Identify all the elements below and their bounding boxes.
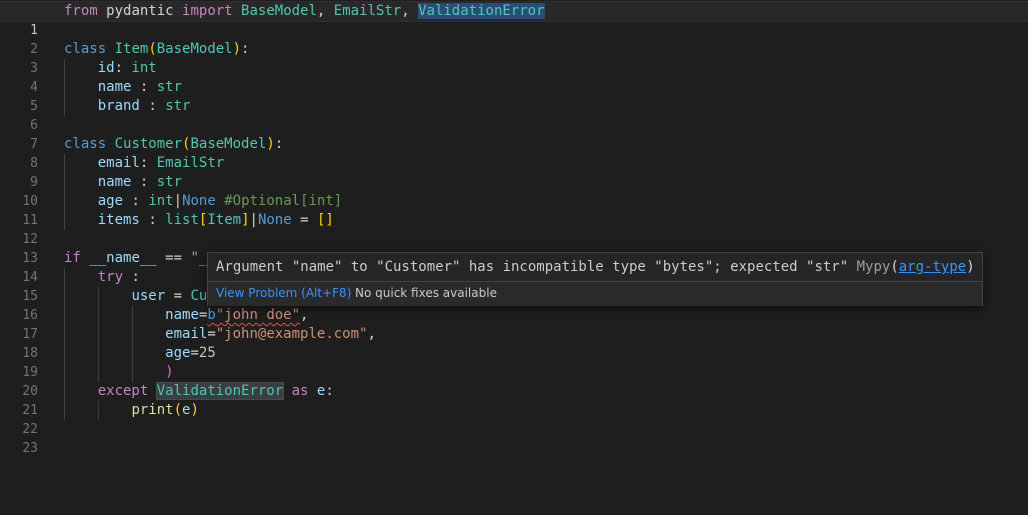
code-text[interactable]: except ValidationError as e:: [64, 382, 334, 401]
code-line-1[interactable]: 1 from pydantic import BaseModel, EmailS…: [0, 1, 1028, 38]
code-text[interactable]: try :: [64, 268, 140, 287]
code-line-8[interactable]: 8 class Customer(BaseModel):: [0, 135, 1028, 171]
no-quick-fixes-label: No quick fixes available: [355, 286, 497, 300]
error-squiggle[interactable]: b"john doe": [207, 307, 300, 323]
hover-message: Argument "name" to "Customer" has incomp…: [216, 259, 849, 275]
code-line-7[interactable]: 7: [0, 116, 1028, 152]
code-line-2[interactable]: 2: [0, 21, 1028, 57]
code-text[interactable]: email: EmailStr: [64, 154, 224, 173]
code-text[interactable]: user = Cu: [64, 287, 207, 306]
hover-message-row: Argument "name" to "Customer" has incomp…: [216, 259, 975, 275]
code-line-3[interactable]: 3 class Item(BaseModel):: [0, 40, 1028, 76]
code-text[interactable]: id: int: [64, 59, 157, 78]
code-text[interactable]: if __name__ == "_: [64, 249, 207, 268]
code-text[interactable]: ): [64, 363, 173, 382]
code-text[interactable]: from pydantic import BaseModel, EmailStr…: [64, 2, 545, 21]
code-text[interactable]: name : str: [64, 78, 182, 97]
code-text[interactable]: brand : str: [64, 97, 191, 116]
code-text[interactable]: class Item(BaseModel):: [64, 40, 249, 59]
code-line-18[interactable]: 18 email="john@example.com",: [0, 325, 1028, 361]
code-text[interactable]: print(e): [64, 401, 198, 420]
code-text[interactable]: name : str: [64, 173, 182, 192]
code-comment: #Optional[int]: [224, 193, 343, 209]
code-text[interactable]: age : int|None #Optional[int]: [64, 192, 343, 211]
code-line-20[interactable]: 20 ): [0, 363, 1028, 399]
code-line-23[interactable]: 23: [0, 420, 1028, 456]
code-line-9[interactable]: 9 email: EmailStr: [0, 154, 1028, 190]
code-text[interactable]: email="john@example.com",: [64, 325, 376, 344]
selected-symbol: ValidationError: [418, 3, 545, 19]
line-number: 23: [22, 441, 38, 456]
code-text[interactable]: age=25: [64, 344, 216, 363]
code-line-21[interactable]: 21 except ValidationError as e:: [0, 382, 1028, 418]
code-line-5[interactable]: 5 name : str: [0, 78, 1028, 114]
diagnostic-source: Mypy: [856, 259, 891, 275]
code-line-12[interactable]: 12 items : list[Item]|None = []: [0, 211, 1028, 247]
code-line-13[interactable]: 13: [0, 230, 1028, 266]
code-line-22[interactable]: 22 print(e): [0, 401, 1028, 437]
code-text[interactable]: class Customer(BaseModel):: [64, 135, 283, 154]
diagnostic-code-link[interactable]: arg-type: [899, 259, 966, 275]
hover-tooltip[interactable]: Argument "name" to "Customer" has incomp…: [207, 252, 983, 306]
code-text[interactable]: name=b"john doe",: [64, 306, 308, 325]
code-text[interactable]: items : list[Item]|None = []: [64, 211, 334, 230]
code-editor[interactable]: 1 from pydantic import BaseModel, EmailS…: [0, 1, 1028, 456]
code-line-17[interactable]: 17 name=b"john doe",: [0, 306, 1028, 342]
code-line-11[interactable]: 11 age : int|None #Optional[int]: [0, 192, 1028, 228]
code-line-4[interactable]: 4 id: int: [0, 59, 1028, 95]
hover-actions-bar: View Problem (Alt+F8) No quick fixes ava…: [208, 281, 982, 306]
code-line-19[interactable]: 19 age=25: [0, 344, 1028, 380]
view-problem-button[interactable]: View Problem (Alt+F8): [216, 282, 351, 304]
code-line-6[interactable]: 6 brand : str: [0, 97, 1028, 133]
symbol-reference: ValidationError: [155, 382, 285, 400]
code-line-10[interactable]: 10 name : str: [0, 173, 1028, 209]
